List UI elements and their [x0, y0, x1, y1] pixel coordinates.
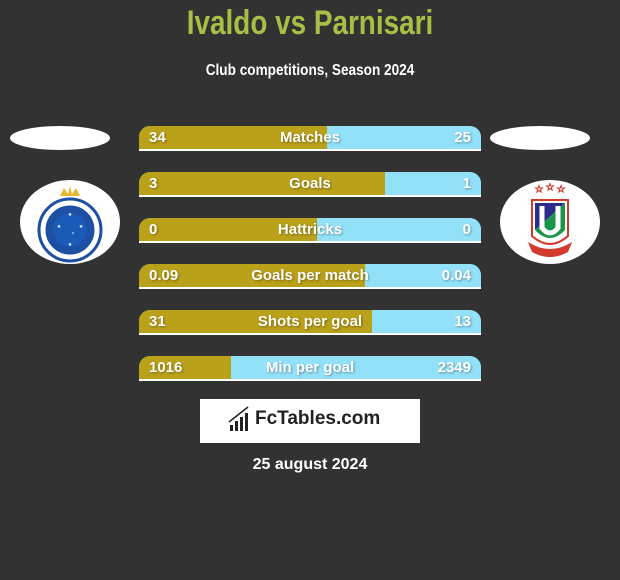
fctables-brand[interactable]: FcTables.com — [200, 399, 420, 443]
stat-row-goals-per-match: 0.09 Goals per match 0.04 — [139, 264, 481, 289]
stat-row-shots-per-goal: 31 Shots per goal 13 — [139, 310, 481, 335]
brand-name: FcTables.com — [255, 408, 381, 429]
la-calera-crest-icon: ★ ★ ★ — [528, 182, 572, 257]
stat-label: Matches — [279, 129, 341, 146]
stat-label: Goals per match — [251, 267, 369, 284]
right-value: 13 — [454, 313, 471, 330]
stat-row-hattricks: 0 Hattricks 0 — [139, 218, 481, 243]
stat-label: Min per goal — [265, 359, 355, 376]
stat-row-min-per-goal: 1016 Min per goal 2349 — [139, 356, 481, 381]
match-date: 25 august 2024 — [252, 456, 368, 473]
competition-subtitle: Club competitions, Season 2024 — [205, 62, 415, 79]
svg-text:★: ★ — [79, 224, 84, 230]
right-team-logo: ★ ★ ★ — [500, 180, 600, 264]
right-value: 1 — [462, 175, 471, 192]
right-player-oval — [490, 126, 590, 150]
stat-row-goals: 3 Goals 1 — [139, 172, 481, 197]
svg-text:★: ★ — [68, 242, 73, 248]
stat-label: Shots per goal — [257, 313, 363, 330]
svg-text:★: ★ — [557, 184, 565, 194]
right-value: 2349 — [437, 359, 471, 376]
stat-label: Goals — [289, 175, 331, 192]
right-value: 25 — [454, 129, 471, 146]
right-value: 0.04 — [441, 267, 471, 284]
svg-text:★: ★ — [68, 212, 73, 218]
bar-chart-logo-icon — [228, 406, 249, 431]
right-value: 0 — [462, 221, 471, 238]
svg-text:★: ★ — [546, 182, 554, 192]
stat-row-matches: 34 Matches 25 — [139, 126, 481, 151]
page-title: Ivaldo vs Parnisari — [186, 4, 434, 42]
svg-text:★: ★ — [57, 224, 62, 230]
stat-label: Hattricks — [277, 221, 343, 238]
svg-text:★: ★ — [72, 231, 75, 235]
cruzeiro-crest-icon: ★ ★ ★ ★ ★ — [37, 186, 103, 263]
left-team-logo: ★ ★ ★ ★ ★ — [20, 180, 120, 264]
left-player-oval — [10, 126, 110, 150]
svg-text:★: ★ — [535, 184, 543, 194]
